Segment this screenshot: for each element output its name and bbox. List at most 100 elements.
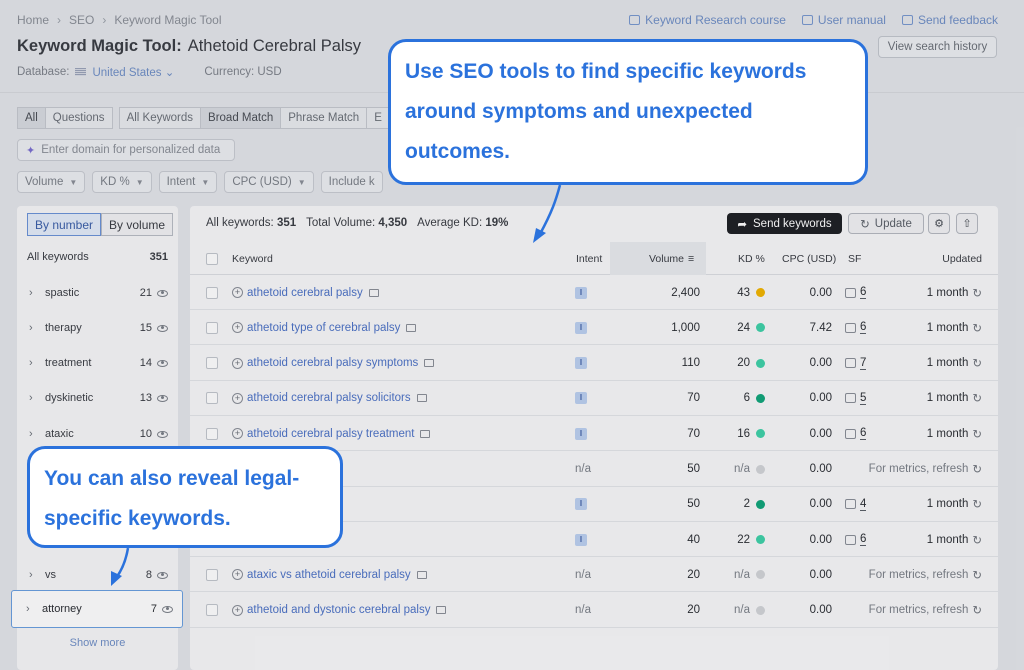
cpc-filter[interactable]: CPC (USD) ▼ (224, 171, 314, 193)
tab-exact-match[interactable]: E (366, 107, 390, 129)
refresh-icon[interactable]: ↻ (972, 568, 982, 582)
add-to-list-icon[interactable]: + (232, 357, 243, 369)
sort-by-volume-button[interactable]: By volume (101, 213, 174, 236)
database-select[interactable]: United States ⌄ (92, 65, 174, 79)
serp-features-count[interactable]: 5 (860, 392, 867, 405)
keyword-research-course-link[interactable]: Keyword Research course (629, 13, 786, 27)
eye-icon[interactable] (157, 359, 168, 367)
export-button[interactable]: ⇧ (956, 213, 978, 234)
serp-features-count[interactable]: 4 (860, 498, 867, 511)
keyword-link[interactable]: ataxic vs athetoid cerebral palsy (247, 569, 411, 581)
table-row[interactable]: + athetoid cerebral palsy solicitors I 70 6 0… (190, 381, 998, 416)
tab-all-keywords[interactable]: All Keywords (118, 107, 202, 129)
tab-phrase-match[interactable]: Phrase Match (280, 107, 368, 129)
serp-icon[interactable] (416, 394, 427, 403)
refresh-icon[interactable]: ↻ (972, 533, 982, 547)
eye-icon[interactable] (162, 605, 173, 613)
refresh-icon[interactable]: ↻ (972, 497, 982, 511)
refresh-icon[interactable]: ↻ (972, 321, 982, 335)
breadcrumb-home[interactable]: Home (17, 13, 49, 27)
group-item-attorney[interactable]: › attorney 7 (11, 590, 183, 628)
settings-button[interactable]: ⚙ (928, 213, 950, 234)
table-row[interactable]: + athetoid type of cerebral palsy I 1,000 24… (190, 310, 998, 346)
column-cpc[interactable]: CPC (USD) (782, 242, 836, 275)
add-to-list-icon[interactable]: + (232, 322, 243, 334)
sort-by-number-button[interactable]: By number (27, 213, 102, 236)
view-search-history-button[interactable]: View search history (878, 36, 997, 58)
refresh-icon[interactable]: ↻ (972, 356, 982, 370)
group-item-therapy[interactable]: › therapy 15 (29, 318, 168, 338)
group-item-ataxic[interactable]: › ataxic 10 (29, 424, 168, 444)
tab-questions[interactable]: Questions (44, 107, 113, 129)
keyword-link[interactable]: athetoid and dystonic cerebral palsy (247, 604, 430, 616)
add-to-list-icon[interactable]: + (232, 428, 243, 440)
keyword-link[interactable]: athetoid cerebral palsy symptoms (247, 357, 418, 369)
serp-icon[interactable] (406, 323, 417, 332)
table-row[interactable]: + athetoid cerebral palsy symptoms I 110 20 0… (190, 346, 998, 381)
include-keywords-filter[interactable]: Include k (320, 171, 383, 193)
group-item-treatment[interactable]: › treatment 14 (29, 353, 168, 373)
update-button[interactable]: ↻ Update (848, 213, 924, 234)
serp-features-count[interactable]: 6 (860, 427, 867, 441)
serp-icon[interactable] (436, 606, 447, 615)
row-checkbox[interactable] (206, 604, 218, 617)
add-to-list-icon[interactable]: + (232, 392, 243, 404)
serp-icon[interactable] (368, 288, 379, 297)
keyword-link[interactable]: athetoid cerebral palsy treatment (247, 428, 414, 440)
add-to-list-icon[interactable]: + (232, 569, 243, 581)
add-to-list-icon[interactable]: + (232, 604, 243, 616)
eye-icon[interactable] (157, 430, 168, 438)
select-all-checkbox[interactable] (206, 252, 218, 265)
table-row[interactable]: + athetoid and dystonic cerebral palsy n/a… (190, 593, 998, 628)
keyword-link[interactable]: athetoid cerebral palsy (247, 287, 363, 299)
refresh-icon[interactable]: ↻ (972, 603, 982, 617)
tab-broad-match[interactable]: Broad Match (200, 107, 282, 129)
row-checkbox[interactable] (206, 427, 218, 440)
column-volume[interactable]: Volume ≡ (649, 242, 694, 275)
personalized-domain-input[interactable]: ✦ Enter domain for personalized data (17, 139, 235, 161)
all-keywords-group[interactable]: All keywords 351 (27, 251, 168, 263)
serp-icon[interactable] (416, 570, 427, 579)
row-checkbox[interactable] (206, 392, 218, 405)
eye-icon[interactable] (157, 571, 168, 579)
serp-features-count[interactable]: 6 (860, 286, 867, 299)
refresh-icon[interactable]: ↻ (972, 391, 982, 405)
refresh-icon[interactable]: ↻ (972, 427, 982, 441)
eye-icon[interactable] (157, 289, 168, 297)
group-item-spastic[interactable]: › spastic 21 (29, 283, 168, 303)
row-checkbox[interactable] (206, 286, 218, 299)
refresh-icon[interactable]: ↻ (972, 462, 982, 476)
user-manual-link[interactable]: User manual (801, 13, 886, 27)
eye-icon[interactable] (157, 394, 168, 402)
refresh-icon[interactable]: ↻ (972, 286, 982, 300)
column-sf[interactable]: SF (848, 242, 861, 275)
eye-icon[interactable] (157, 324, 168, 332)
column-updated[interactable]: Updated (942, 242, 982, 275)
kd-filter[interactable]: KD % ▼ (92, 171, 152, 193)
serp-features-count[interactable]: 6 (860, 321, 867, 335)
send-feedback-link[interactable]: Send feedback (901, 13, 998, 27)
keyword-link[interactable]: athetoid type of cerebral palsy (247, 322, 400, 334)
show-more-link[interactable]: Show more (17, 637, 178, 649)
serp-features-count[interactable]: 6 (860, 533, 867, 547)
column-kd[interactable]: KD % (738, 242, 765, 275)
column-intent[interactable]: Intent (576, 242, 602, 275)
group-item-vs[interactable]: › vs 8 (29, 565, 168, 585)
breadcrumb-seo[interactable]: SEO (69, 13, 94, 27)
table-row[interactable]: + athetoid cerebral palsy I 2,400 43 0.00 6 1 m… (190, 275, 998, 310)
row-checkbox[interactable] (206, 357, 218, 370)
volume-filter[interactable]: Volume ▼ (17, 171, 86, 193)
group-item-dyskinetic[interactable]: › dyskinetic 13 (29, 388, 168, 408)
tab-all[interactable]: All (17, 107, 46, 129)
add-to-list-icon[interactable]: + (232, 287, 243, 298)
serp-icon[interactable] (420, 429, 431, 438)
row-checkbox[interactable] (206, 568, 218, 581)
table-row[interactable]: + ataxic vs athetoid cerebral palsy n/a 20 n… (190, 557, 998, 593)
intent-filter[interactable]: Intent ▼ (158, 171, 218, 193)
row-checkbox[interactable] (206, 321, 218, 334)
send-keywords-button[interactable]: ➦ Send keywords (727, 213, 842, 234)
serp-icon[interactable] (424, 359, 435, 368)
serp-features-count[interactable]: 7 (860, 357, 867, 370)
keyword-link[interactable]: athetoid cerebral palsy solicitors (247, 392, 411, 404)
column-keyword[interactable]: Keyword (232, 242, 273, 275)
